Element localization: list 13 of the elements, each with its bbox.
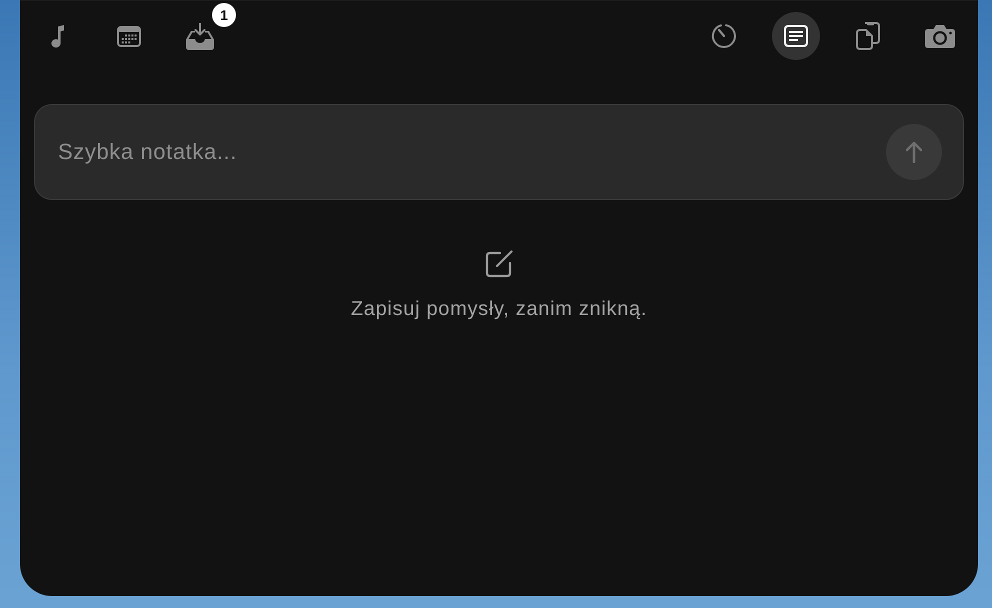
compose-icon — [484, 249, 514, 278]
calendar-icon — [117, 26, 141, 46]
music-note-icon — [51, 24, 65, 48]
timer-icon — [711, 23, 737, 49]
inbox-download-icon — [186, 22, 214, 50]
empty-state-message: Zapisuj pomysły, zanim znikną. — [350, 298, 648, 321]
note-input-field[interactable]: Szybka notatka... — [34, 104, 964, 200]
copy-documents-icon — [856, 22, 880, 50]
notes-icon — [784, 25, 808, 47]
notes-button[interactable] — [772, 12, 820, 60]
camera-icon — [925, 24, 955, 48]
notification-badge: 1 — [212, 3, 236, 27]
arrow-up-icon — [906, 141, 922, 163]
